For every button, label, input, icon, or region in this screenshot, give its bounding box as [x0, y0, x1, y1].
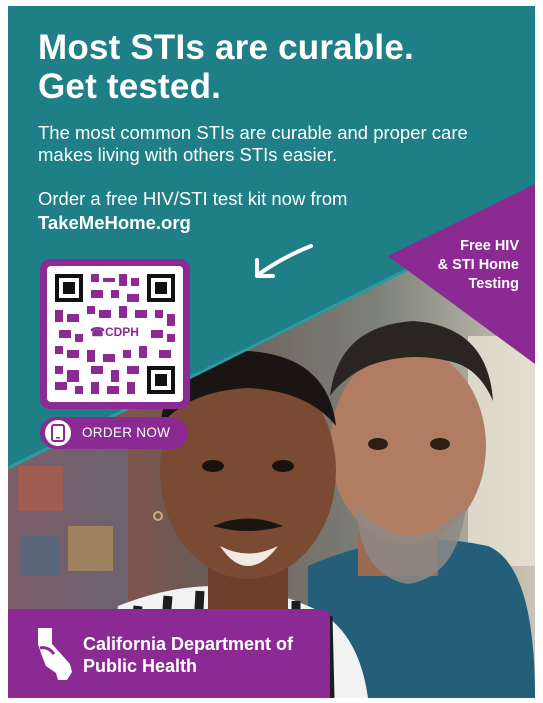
qr-code[interactable]: ☎CDPH [40, 259, 190, 409]
agency-line-1: California Department of [83, 634, 294, 654]
cdph-logo-banner: California Department of Public Health [8, 609, 330, 698]
agency-line-2: Public Health [83, 656, 198, 676]
subtext: The most common STIs are curable and pro… [38, 122, 468, 165]
order-info: Order a free HIV/STI test kit now from T… [38, 187, 347, 235]
page-title: Most STIs are curable. Get tested. [38, 28, 414, 106]
order-text: Order a free HIV/STI test kit now from [38, 188, 348, 209]
tag-line-1: Free HIV [460, 238, 519, 254]
phone-icon [45, 420, 71, 446]
order-now-button[interactable]: ORDER NOW [40, 417, 188, 449]
arrow-icon [255, 244, 313, 278]
qr-cdph-label: ☎CDPH [87, 324, 142, 340]
headline-line-2: Get tested. [38, 67, 222, 106]
tag-line-2: & STI Home [437, 257, 519, 273]
order-url-link[interactable]: TakeMeHome.org [38, 211, 347, 235]
poster: Most STIs are curable. Get tested. The m… [8, 6, 535, 698]
qr-code-panel: ☎CDPH [47, 266, 183, 402]
tag-line-3: Testing [468, 276, 519, 292]
home-testing-label: Free HIV & STI Home Testing [438, 237, 519, 294]
headline-line-1: Most STIs are curable. [38, 28, 414, 67]
california-state-icon [38, 628, 72, 680]
order-now-label: ORDER NOW [82, 425, 171, 440]
agency-name: California Department of Public Health [83, 633, 293, 677]
